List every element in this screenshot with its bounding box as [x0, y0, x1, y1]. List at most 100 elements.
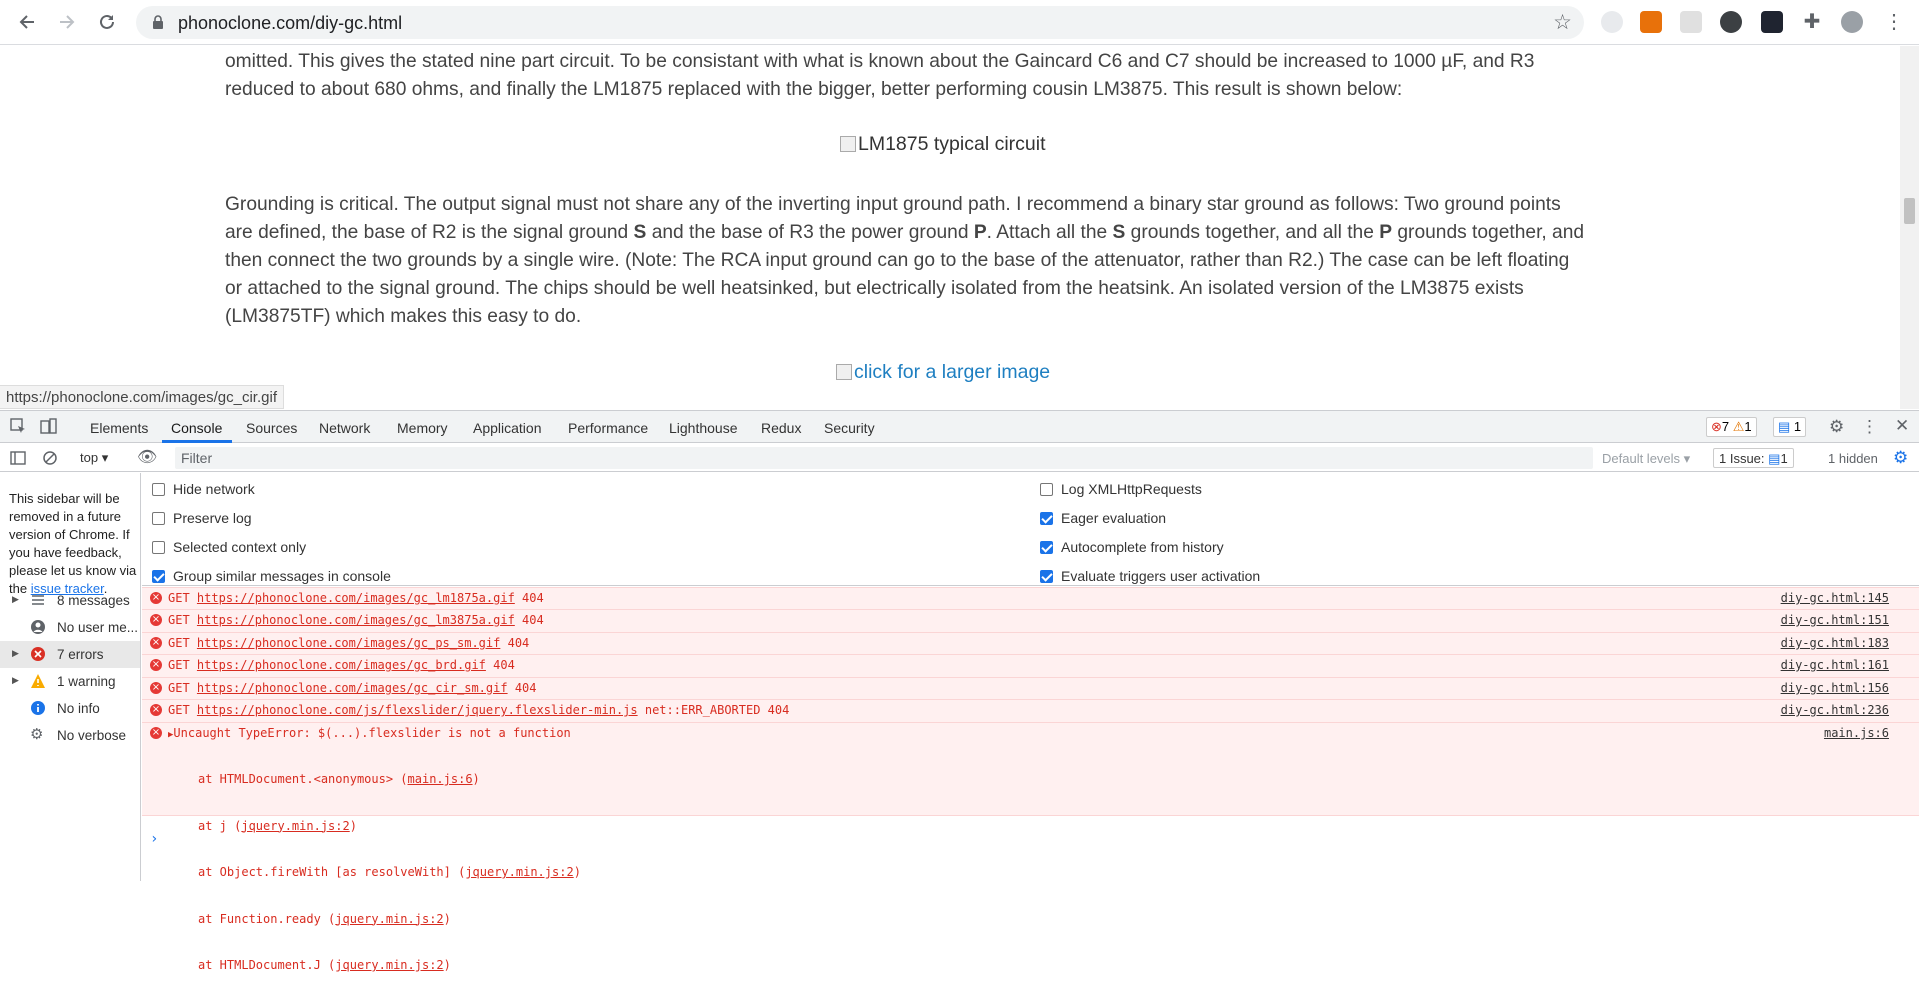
sidebar-item-label: 8 messages	[57, 593, 130, 608]
checkbox-label: Selected context only	[173, 539, 307, 555]
autocomplete-history-checkbox[interactable]: Autocomplete from history	[1040, 539, 1224, 555]
sidebar-item-user-messages[interactable]: No user me...	[0, 614, 140, 641]
tab-application[interactable]: Application	[473, 420, 542, 436]
request-url-link[interactable]: https://phonoclone.com/js/flexslider/jqu…	[197, 703, 638, 717]
checkbox-box[interactable]	[152, 512, 165, 525]
console-error-row[interactable]: × GET https://phonoclone.com/images/gc_b…	[142, 654, 1919, 677]
info-counter[interactable]: ▤ 1	[1773, 417, 1807, 437]
extension-icon-1[interactable]	[1601, 11, 1623, 33]
circuit-image-link[interactable]: click for a larger image	[836, 361, 1050, 384]
request-url-link[interactable]: https://phonoclone.com/images/gc_ps_sm.g…	[197, 636, 500, 650]
checkbox-box-checked[interactable]	[1040, 570, 1053, 583]
console-settings-gear-icon[interactable]: ⚙	[1893, 448, 1908, 468]
console-error-row[interactable]: × GET https://phonoclone.com/images/gc_l…	[142, 587, 1919, 609]
source-link[interactable]: diy-gc.html:236	[1781, 703, 1889, 717]
request-url-link[interactable]: https://phonoclone.com/images/gc_cir_sm.…	[197, 681, 508, 695]
source-link[interactable]: diy-gc.html:183	[1781, 636, 1889, 650]
message-text: GET https://phonoclone.com/images/gc_cir…	[168, 681, 537, 695]
checkbox-box-checked[interactable]	[1040, 512, 1053, 525]
settings-gear-icon[interactable]: ⚙	[1829, 417, 1844, 437]
live-expression-eye-icon[interactable]: 👁	[137, 447, 157, 467]
checkbox-box-checked[interactable]	[152, 570, 165, 583]
stack-frame-link[interactable]: jquery.min.js:2	[241, 819, 349, 833]
tab-performance[interactable]: Performance	[568, 420, 648, 436]
error-warning-counter[interactable]: ⊗7 ⚠1	[1706, 417, 1757, 437]
scrollbar-thumb[interactable]	[1904, 198, 1915, 224]
reload-icon[interactable]	[94, 9, 120, 35]
wordpress-icon[interactable]	[1720, 11, 1742, 33]
stack-frame-link[interactable]: jquery.min.js:2	[465, 865, 573, 879]
extensions-puzzle-icon[interactable]: ✚	[1801, 11, 1823, 33]
console-error-row[interactable]: × GET https://phonoclone.com/images/gc_p…	[142, 632, 1919, 654]
console-sidebar: This sidebar will be removed in a future…	[0, 473, 141, 881]
sidebar-item-label: 1 warning	[57, 674, 116, 689]
page-scrollbar[interactable]	[1900, 46, 1919, 409]
log-xmlhttprequests-checkbox[interactable]: Log XMLHttpRequests	[1040, 481, 1202, 497]
address-bar[interactable]: phonoclone.com/diy-gc.html ☆	[136, 6, 1584, 39]
tab-redux[interactable]: Redux	[761, 420, 801, 436]
sidebar-item-warnings[interactable]: ▶ 1 warning	[0, 668, 140, 695]
stack-frame: at HTMLDocument.J (jquery.min.js:2)	[198, 958, 451, 972]
profile-avatar-icon[interactable]	[1841, 11, 1863, 33]
extension-icon-5[interactable]	[1761, 11, 1783, 33]
tab-security[interactable]: Security	[824, 420, 875, 436]
forward-icon[interactable]	[54, 9, 80, 35]
sidebar-item-errors[interactable]: ▶ 7 errors	[0, 641, 140, 668]
tab-network[interactable]: Network	[319, 420, 370, 436]
console-filter-input[interactable]: Filter	[175, 447, 1593, 469]
tab-elements[interactable]: Elements	[90, 420, 148, 436]
device-toolbar-icon[interactable]	[40, 418, 57, 435]
source-link[interactable]: main.js:6	[1824, 726, 1889, 740]
context-selector[interactable]: top ▾	[80, 450, 108, 466]
request-url-link[interactable]: https://phonoclone.com/images/gc_brd.gif	[197, 658, 486, 672]
console-error-row[interactable]: × GET https://phonoclone.com/images/gc_l…	[142, 609, 1919, 632]
browser-menu-icon[interactable]: ⋮	[1883, 11, 1905, 33]
hide-network-checkbox[interactable]: Hide network	[152, 481, 255, 497]
back-icon[interactable]	[14, 9, 40, 35]
console-prompt-input[interactable]: ›	[150, 831, 158, 847]
source-link[interactable]: diy-gc.html:145	[1781, 591, 1889, 605]
console-error-row[interactable]: × GET https://phonoclone.com/js/flexslid…	[142, 699, 1919, 722]
tab-memory[interactable]: Memory	[397, 420, 448, 436]
extension-icon-2[interactable]	[1640, 11, 1662, 33]
stack-frame-link[interactable]: main.js:6	[408, 772, 473, 786]
selected-context-only-checkbox[interactable]: Selected context only	[152, 539, 306, 555]
source-link[interactable]: diy-gc.html:156	[1781, 681, 1889, 695]
sidebar-item-messages[interactable]: ▶ 8 messages	[0, 587, 140, 614]
inspect-element-icon[interactable]	[10, 418, 27, 435]
close-icon[interactable]: ✕	[1895, 416, 1909, 436]
checkbox-box[interactable]	[1040, 483, 1053, 496]
checkbox-box-checked[interactable]	[1040, 541, 1053, 554]
info-icon	[31, 701, 45, 715]
clear-console-icon[interactable]	[42, 450, 58, 466]
error-icon: ×	[150, 682, 162, 694]
source-link[interactable]: diy-gc.html:161	[1781, 658, 1889, 672]
console-messages: × GET https://phonoclone.com/images/gc_l…	[142, 587, 1919, 972]
error-count: 7	[1721, 419, 1730, 434]
stack-frame-link[interactable]: jquery.min.js:2	[335, 958, 443, 972]
tab-console[interactable]: Console	[171, 420, 222, 436]
default-levels-dropdown[interactable]: Default levels ▾	[1602, 451, 1690, 467]
console-error-row[interactable]: × GET https://phonoclone.com/images/gc_c…	[142, 677, 1919, 699]
extension-icon-3[interactable]	[1680, 11, 1702, 33]
tab-sources[interactable]: Sources	[246, 420, 297, 436]
checkbox-box[interactable]	[152, 541, 165, 554]
source-link[interactable]: diy-gc.html:151	[1781, 613, 1889, 627]
sidebar-item-verbose[interactable]: ⚙ No verbose	[0, 722, 140, 749]
toggle-sidebar-icon[interactable]	[10, 450, 26, 466]
request-url-link[interactable]: https://phonoclone.com/images/gc_lm1875a…	[197, 591, 515, 605]
eager-evaluation-checkbox[interactable]: Eager evaluation	[1040, 510, 1166, 526]
issues-button[interactable]: 1 Issue: ▤1	[1713, 448, 1794, 468]
checkbox-box[interactable]	[152, 483, 165, 496]
bookmark-star-icon[interactable]: ☆	[1553, 10, 1572, 35]
console-exception-row[interactable]: × ▶Uncaught TypeError: $(...).flexslider…	[142, 722, 1919, 972]
request-url-link[interactable]: https://phonoclone.com/images/gc_lm3875a…	[197, 613, 515, 627]
evaluate-triggers-checkbox[interactable]: Evaluate triggers user activation	[1040, 568, 1260, 584]
group-similar-checkbox[interactable]: Group similar messages in console	[152, 568, 391, 584]
tab-lighthouse[interactable]: Lighthouse	[669, 420, 738, 436]
lock-icon	[153, 15, 163, 29]
devtools-menu-icon[interactable]: ⋮	[1861, 417, 1878, 437]
sidebar-item-info[interactable]: No info	[0, 695, 140, 722]
stack-frame-link[interactable]: jquery.min.js:2	[335, 912, 443, 926]
preserve-log-checkbox[interactable]: Preserve log	[152, 510, 252, 526]
